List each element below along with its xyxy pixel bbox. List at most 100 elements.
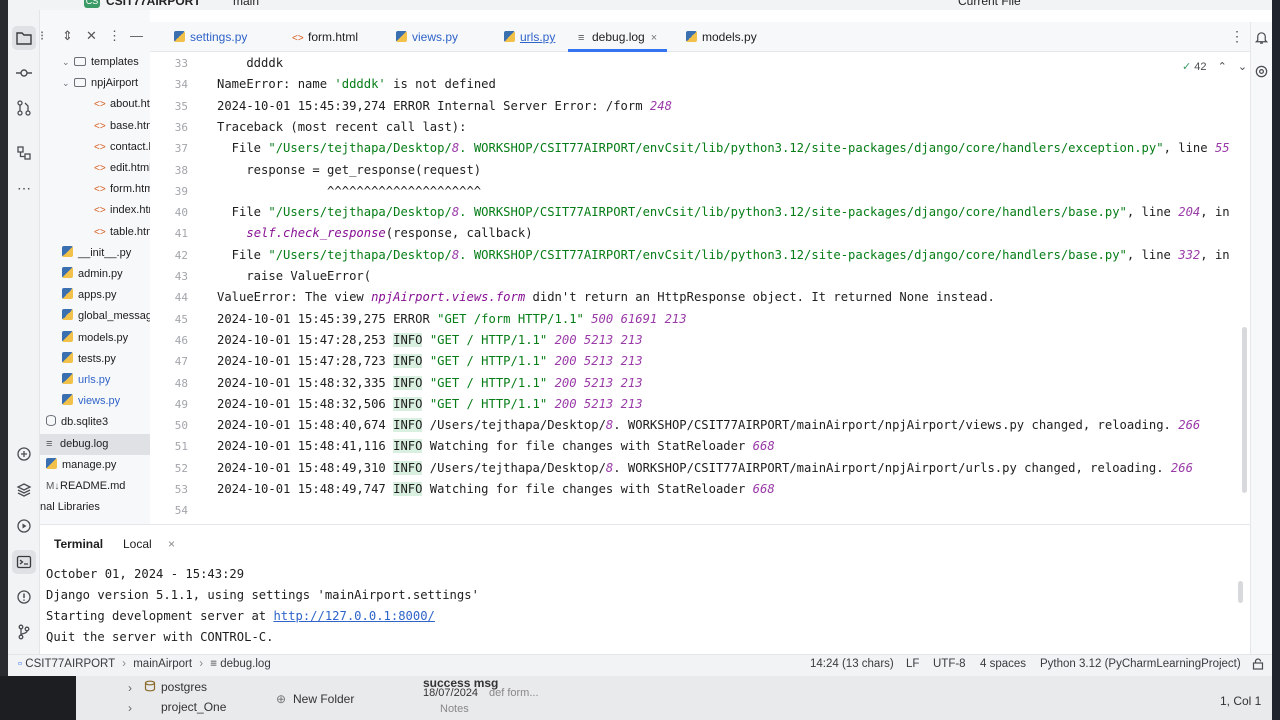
code-editor[interactable]: 33 34 35 36 37 38 39 40 41 42 43 44 45 46 47 48 49 50 51 52… (150, 52, 1272, 524)
tree-item[interactable]: tests.py (40, 349, 150, 370)
commit-icon[interactable] (12, 61, 36, 85)
breadcrumb-file[interactable]: debug.log (220, 658, 271, 670)
run-services-icon[interactable] (12, 514, 36, 538)
tab-form-html[interactable]: <> form.html (282, 22, 368, 52)
more-tools-icon[interactable]: ⋯ (12, 176, 36, 200)
code-line[interactable]: File "/Users/tejthapa/Desktop/8. WORKSHO… (217, 138, 1230, 159)
pull-requests-icon[interactable] (12, 96, 36, 120)
tree-item[interactable]: admin.py (40, 264, 150, 285)
tree-item[interactable]: <> contact.h (40, 137, 150, 158)
tree-item[interactable]: <> form.html (40, 179, 150, 200)
code-line[interactable]: NameError: name 'ddddk' is not defined (217, 74, 496, 95)
tree-item[interactable]: urls.py (40, 370, 150, 391)
code-line[interactable]: 2024-10-01 15:48:49,310 INFO /Users/tejt… (217, 458, 1193, 479)
line-number: 40 (174, 206, 188, 220)
tree-item[interactable]: ⌄ templates (40, 52, 150, 73)
code-line[interactable]: 2024-10-01 15:47:28,253 INFO "GET / HTTP… (217, 330, 643, 351)
code-line[interactable]: 2024-10-01 15:48:32,506 INFO "GET / HTTP… (217, 394, 643, 415)
notifications-icon[interactable] (1254, 30, 1269, 48)
code-line[interactable]: ^^^^^^^^^^^^^^^^^^^^^ (217, 181, 481, 202)
hide-panel-icon[interactable]: — (130, 28, 143, 43)
editor-scrollbar[interactable] (1242, 327, 1247, 493)
python-interpreter[interactable]: Python 3.12 (PyCharmLearningProject) (1040, 658, 1241, 670)
layers-icon[interactable] (12, 478, 36, 502)
tab-actions-icon[interactable]: ⋮ (1230, 28, 1244, 45)
code-line[interactable]: self.check_response(response, callback) (217, 223, 532, 244)
tree-item[interactable]: global_message. (40, 306, 150, 327)
tab-urls-py[interactable]: urls.py (494, 22, 565, 52)
terminal-icon[interactable] (12, 550, 36, 574)
tree-options-icon[interactable]: ⁝ (40, 28, 44, 44)
tab-terminal[interactable]: Terminal (54, 537, 103, 551)
file-encoding[interactable]: UTF-8 (933, 658, 966, 670)
log-icon: ≡ (578, 32, 585, 44)
terminal-scrollbar[interactable] (1238, 581, 1243, 603)
code-line[interactable]: Traceback (most recent call last): (217, 117, 466, 138)
branch-name[interactable]: main (233, 0, 259, 8)
tab-models-py[interactable]: models.py (676, 22, 767, 52)
tree-item[interactable]: db.sqlite3 (40, 412, 150, 433)
close-local-tab-icon[interactable]: × (168, 537, 175, 551)
code-line[interactable]: 2024-10-01 15:48:41,116 INFO Watching fo… (217, 436, 775, 457)
close-icon[interactable]: ✕ (86, 28, 97, 44)
tab-settings-py[interactable]: settings.py (164, 22, 257, 52)
breadcrumb-project[interactable]: CSIT77AIRPORT (25, 658, 115, 670)
run-configuration[interactable]: Current File (958, 0, 1021, 8)
problems-icon[interactable] (12, 585, 36, 609)
indentation[interactable]: 4 spaces (980, 658, 1026, 670)
close-tab-icon[interactable]: × (651, 32, 657, 44)
tree-item[interactable]: manage.py (40, 455, 150, 476)
more-options-icon[interactable]: ⋮ (108, 28, 121, 44)
python-packages-icon[interactable] (12, 442, 36, 466)
tree-item[interactable]: ⌄ npjAirport (40, 73, 150, 94)
tree-item[interactable]: <> index.htm (40, 200, 150, 221)
tree-item[interactable]: views.py (40, 391, 150, 412)
tree-item[interactable]: M↓README.md (40, 476, 150, 497)
tree-item[interactable]: nal Libraries (40, 497, 150, 518)
chevron-down-icon[interactable]: ⌄ (62, 73, 74, 94)
code-line[interactable]: File "/Users/tejthapa/Desktop/8. WORKSHO… (217, 202, 1230, 223)
code-line[interactable]: 2024-10-01 15:45:39,275 ERROR "GET /form… (217, 309, 687, 330)
tree-item[interactable]: <> base.html (40, 116, 150, 137)
next-highlight-icon[interactable]: ⌄ (1238, 61, 1247, 73)
folder-icon (74, 78, 86, 88)
project-badge[interactable]: CS (84, 0, 100, 8)
code-line[interactable]: ValueError: The view npjAirport.views.fo… (217, 287, 995, 308)
chevron-down-icon[interactable]: ⌄ (62, 52, 74, 73)
code-line[interactable]: ddddk (217, 53, 283, 74)
expand-collapse-icon[interactable]: ⇕ (62, 28, 73, 44)
lock-icon[interactable] (1252, 658, 1264, 673)
tree-item[interactable]: apps.py (40, 285, 150, 306)
code-line[interactable]: response = get_response(request) (217, 160, 481, 181)
tree-item[interactable]: <> table.htm (40, 222, 150, 243)
line-number-gutter: 33 34 35 36 37 38 39 40 41 42 43 44 45 46 47 48 49 50 51 52… (150, 52, 200, 524)
ai-assistant-icon[interactable] (1254, 64, 1269, 82)
caret-position[interactable]: 14:24 (13 chars) (810, 658, 894, 670)
tree-item[interactable]: models.py (40, 328, 150, 349)
code-line[interactable]: 2024-10-01 15:47:28,723 INFO "GET / HTTP… (217, 351, 643, 372)
tab-views-py[interactable]: views.py (386, 22, 468, 52)
tree-item-label: edit.html (110, 162, 150, 174)
tab-debug-log[interactable]: ≡ debug.log × (568, 22, 668, 52)
python-icon (62, 373, 73, 384)
breadcrumb-folder[interactable]: mainAirport (133, 658, 192, 670)
server-url-link[interactable]: http://127.0.0.1:8000/ (273, 609, 434, 623)
previous-highlight-icon[interactable]: ⌃ (1218, 61, 1227, 73)
line-separator[interactable]: LF (906, 658, 919, 670)
tree-item[interactable]: ≡ debug.log (40, 433, 150, 455)
code-line[interactable]: 2024-10-01 15:48:32,335 INFO "GET / HTTP… (217, 373, 643, 394)
tree-item[interactable]: __init__.py (40, 243, 150, 264)
code-line[interactable]: 2024-10-01 15:45:39,274 ERROR Internal S… (217, 96, 672, 117)
code-line[interactable]: File "/Users/tejthapa/Desktop/8. WORKSHO… (217, 245, 1230, 266)
tab-local[interactable]: Local (123, 537, 152, 551)
tree-item[interactable]: <> edit.html (40, 158, 150, 179)
tree-item[interactable]: <> about.htm (40, 94, 150, 115)
code-line[interactable]: raise ValueError( (217, 266, 371, 287)
git-branch-icon[interactable] (12, 620, 36, 644)
structure-icon[interactable] (12, 141, 36, 165)
code-line[interactable]: 2024-10-01 15:48:40,674 INFO /Users/tejt… (217, 415, 1200, 436)
project-folder-icon[interactable] (12, 26, 36, 50)
code-line[interactable]: 2024-10-01 15:48:49,747 INFO Watching fo… (217, 479, 775, 500)
inspection-widget[interactable]: ✓ 42 ⌃ ⌄ (1182, 60, 1247, 73)
project-name[interactable]: CSIT77AIRPORT (106, 0, 201, 8)
